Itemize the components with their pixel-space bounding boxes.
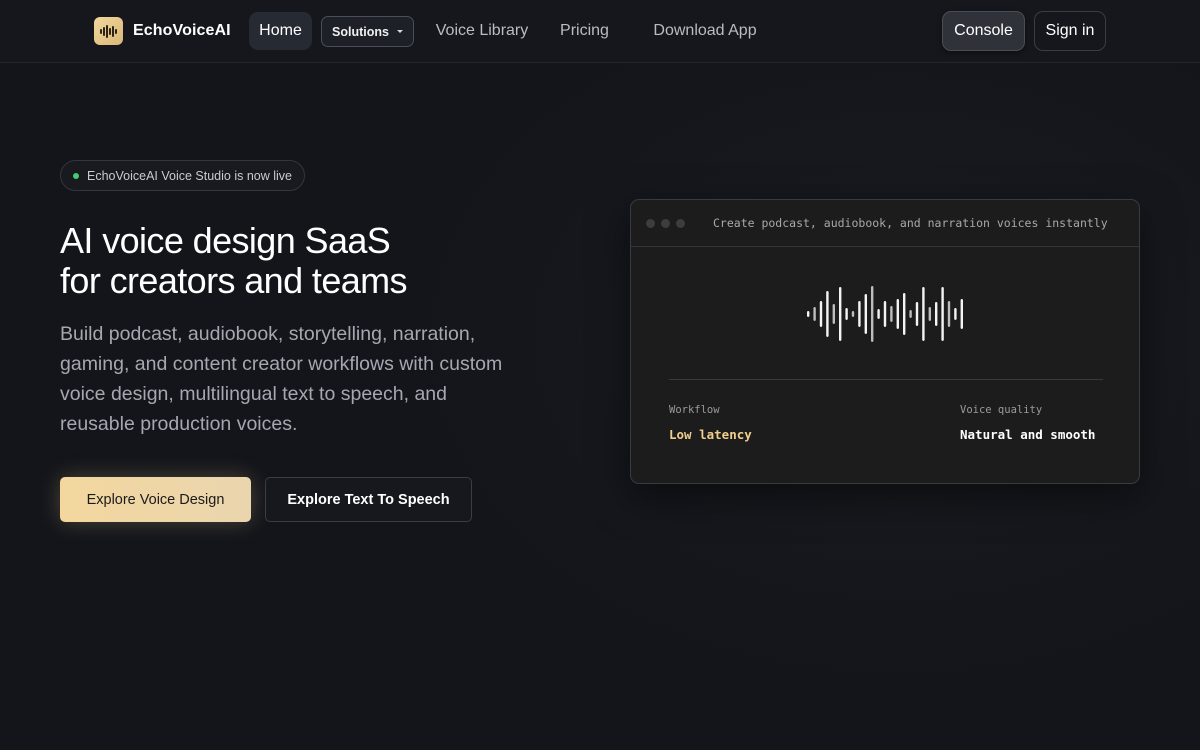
- hero-description: Build podcast, audiobook, storytelling, …: [60, 323, 503, 435]
- card-title-bar: Create podcast, audiobook, and narration…: [631, 200, 1139, 247]
- explore-text-to-speech-button[interactable]: Explore Text To Speech: [265, 477, 472, 522]
- announcement-text: EchoVoiceAI Voice Studio is now live: [87, 168, 292, 183]
- nav-voice-library[interactable]: Voice Library: [429, 12, 535, 50]
- status-dot-icon: [73, 172, 79, 179]
- explore-voice-design-button[interactable]: Explore Voice Design: [60, 477, 251, 522]
- voice-preview-card: Create podcast, audiobook, and narration…: [630, 199, 1140, 484]
- chevron-down-icon: [396, 30, 403, 33]
- brand-name: EchoVoiceAI: [133, 22, 231, 39]
- hero-title-line-2: for creators and teams: [60, 260, 408, 301]
- nav-solutions-label: Solutions: [332, 24, 389, 39]
- nav-home[interactable]: Home: [249, 12, 312, 50]
- stat-workflow-label: Workflow: [669, 404, 720, 416]
- announcement-badge[interactable]: EchoVoiceAI Voice Studio is now live: [60, 160, 305, 191]
- stat-voice-quality-label: Voice quality: [960, 404, 1043, 416]
- brand-logo[interactable]: EchoVoiceAI: [94, 17, 231, 45]
- hero-title-line-1: AI voice design SaaS: [60, 220, 391, 261]
- hero-title: AI voice design SaaS for creators and te…: [60, 221, 580, 301]
- window-dot-icon: [676, 219, 685, 228]
- console-button[interactable]: Console: [942, 11, 1025, 51]
- nav-solutions-dropdown[interactable]: Solutions: [321, 16, 414, 47]
- window-dot-icon: [646, 219, 655, 228]
- site-header: EchoVoiceAI Home Solutions Voice Library…: [0, 0, 1200, 63]
- window-dot-icon: [661, 219, 670, 228]
- sign-in-button[interactable]: Sign in: [1034, 11, 1106, 51]
- card-divider: [669, 379, 1103, 380]
- waveform-icon: [94, 17, 123, 45]
- nav-download-app[interactable]: Download App: [644, 12, 766, 50]
- card-caption: Create podcast, audiobook, and narration…: [713, 216, 1108, 230]
- stat-voice-quality-value: Natural and smooth: [960, 427, 1096, 442]
- nav-pricing[interactable]: Pricing: [553, 12, 616, 50]
- audio-waveform-icon: [807, 286, 963, 342]
- stat-workflow-value: Low latency: [669, 427, 752, 442]
